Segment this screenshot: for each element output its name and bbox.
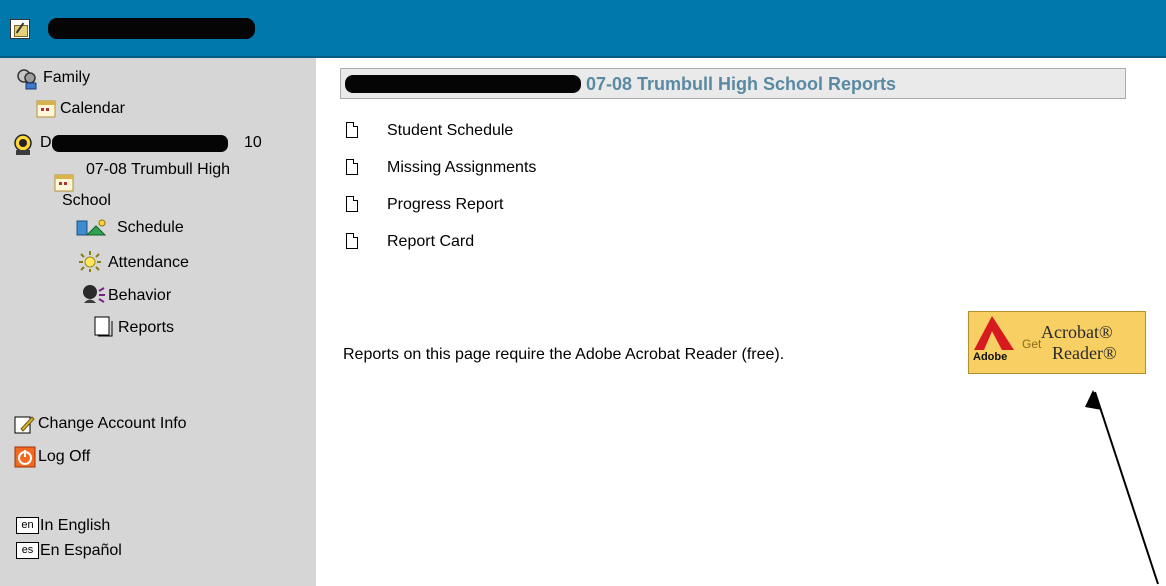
sidebar-item-family[interactable]: Family	[43, 69, 90, 87]
sidebar-item-school-line2[interactable]: School	[62, 192, 111, 210]
adobe-brand-label: Adobe	[973, 351, 1008, 363]
report-link-progress-report[interactable]: Progress Report	[387, 196, 504, 214]
document-icon	[346, 196, 358, 212]
sidebar-item-attendance[interactable]: Attendance	[108, 254, 189, 272]
attendance-icon	[79, 251, 101, 272]
redacted-student-name	[52, 135, 228, 152]
reader-label: Reader®	[1052, 343, 1117, 363]
reports-header: 07-08 Trumbull High School Reports	[340, 68, 1126, 99]
sidebar-item-calendar[interactable]: Calendar	[60, 100, 125, 118]
top-bar	[0, 0, 1166, 58]
document-icon	[346, 159, 358, 175]
main-content: 07-08 Trumbull High School Reports Stude…	[316, 58, 1166, 586]
sidebar-item-behavior[interactable]: Behavior	[108, 287, 171, 305]
app-edit-icon	[10, 19, 30, 39]
sidebar-item-log-off[interactable]: Log Off	[38, 448, 90, 466]
language-spanish-link[interactable]: En Español	[40, 542, 122, 560]
report-link-student-schedule[interactable]: Student Schedule	[387, 122, 513, 140]
sidebar: Family Calendar D 10 07-08 Trumbull High…	[0, 58, 316, 586]
document-icon	[346, 122, 358, 138]
get-label: Get	[1022, 337, 1042, 351]
sidebar-item-school[interactable]: 07-08 Trumbull High	[86, 161, 230, 179]
get-acrobat-reader-button[interactable]: Adobe Get Acrobat® Reader®	[968, 311, 1146, 374]
calendar-icon	[36, 100, 56, 118]
power-icon	[14, 446, 36, 468]
document-icon	[346, 233, 358, 249]
report-link-report-card[interactable]: Report Card	[387, 233, 474, 251]
edit-account-icon	[14, 416, 35, 434]
student-grade[interactable]: 10	[244, 134, 262, 152]
acrobat-requirement-note: Reports on this page require the Adobe A…	[343, 346, 785, 363]
calendar-icon	[54, 174, 74, 192]
schedule-icon	[76, 219, 107, 236]
behavior-icon	[83, 285, 105, 303]
page-title: 07-08 Trumbull High School Reports	[586, 74, 897, 94]
student-name-prefix[interactable]: D	[40, 134, 52, 152]
redacted-app-title	[48, 18, 255, 39]
reports-document-icon	[94, 316, 113, 337]
sidebar-item-change-account[interactable]: Change Account Info	[38, 415, 187, 433]
sidebar-item-schedule[interactable]: Schedule	[117, 219, 184, 237]
sidebar-item-reports[interactable]: Reports	[118, 319, 174, 337]
language-es-icon: es	[16, 542, 39, 559]
report-link-missing-assignments[interactable]: Missing Assignments	[387, 159, 536, 177]
student-icon	[14, 134, 32, 155]
redacted-student-name	[345, 75, 581, 93]
language-english-link[interactable]: In English	[40, 517, 110, 535]
adobe-logo-icon	[974, 316, 1014, 350]
acrobat-label: Acrobat®	[1041, 322, 1113, 342]
family-icon	[17, 69, 37, 90]
language-en-icon: en	[16, 517, 39, 534]
